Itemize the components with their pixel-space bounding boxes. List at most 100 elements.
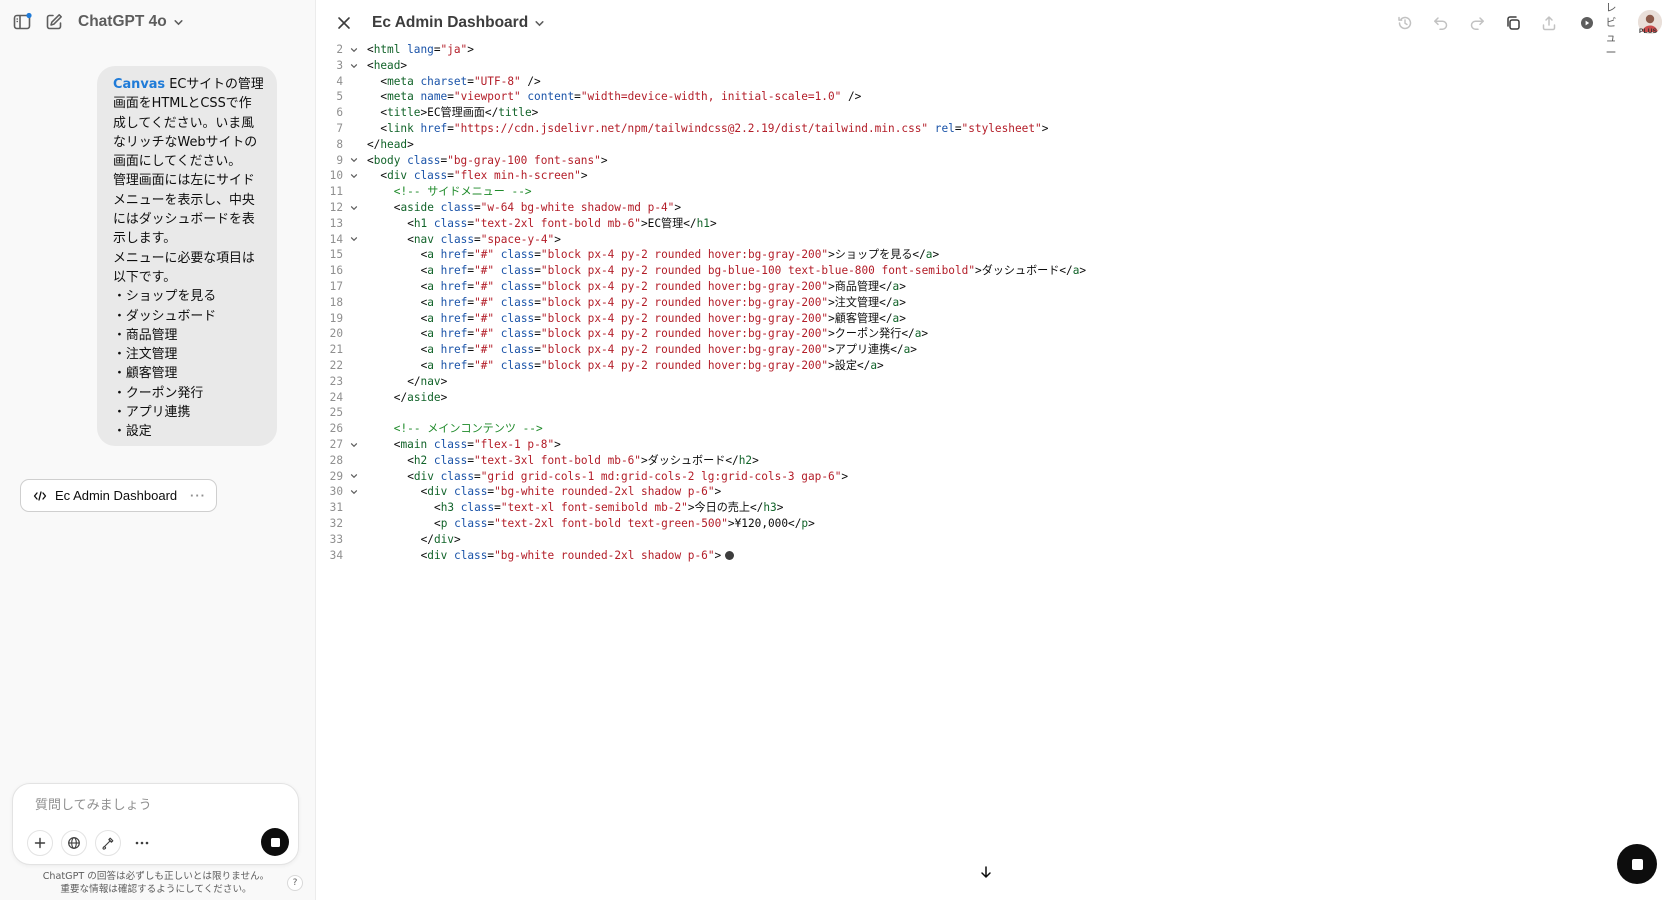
version-history-button[interactable] — [1392, 10, 1418, 36]
code-text: <meta charset="UTF-8" /> — [367, 74, 540, 90]
line-number: 19 — [329, 311, 343, 325]
code-token: a — [427, 343, 434, 357]
code-token: = — [467, 437, 474, 451]
message-input[interactable] — [35, 794, 275, 816]
code-editor[interactable]: 2 <html lang="ja"> 3 <head> 4 <meta charset="… — [317, 42, 1667, 563]
code-token: div — [433, 532, 454, 546]
fold-chevron-icon[interactable] — [349, 42, 359, 58]
message-line: 管理画面には左にサイド — [113, 171, 263, 190]
line-number: 6 — [336, 106, 343, 120]
message-line: ・設定 — [113, 422, 263, 441]
code-token: class — [407, 153, 441, 167]
stop-button[interactable] — [261, 828, 289, 856]
code-token: "#" — [474, 279, 495, 293]
fold-chevron-icon[interactable] — [349, 168, 359, 184]
code-line: 3 <head> — [317, 58, 1667, 74]
line-number: 3 — [336, 58, 343, 72]
fold-chevron-icon[interactable] — [349, 58, 359, 74]
model-selector[interactable]: ChatGPT 4o — [78, 10, 184, 34]
code-token: href — [440, 343, 468, 357]
more-options-icon[interactable]: ··· — [190, 488, 206, 503]
code-token: > — [400, 58, 408, 72]
fold-chevron-icon[interactable] — [349, 484, 359, 500]
code-token: h1 — [413, 216, 428, 230]
code-token: "block px-4 py-2 rounded hover:bg-gray-2… — [540, 295, 829, 309]
message-line: メニューを表示し、中央 — [113, 191, 263, 210]
canvas-title-dropdown[interactable]: Ec Admin Dashboard — [372, 11, 545, 35]
code-text: <body class="bg-gray-100 font-sans"> — [367, 153, 608, 169]
message-line: なリッチなWebサイトの — [113, 133, 263, 152]
code-token: "viewport" — [453, 90, 521, 104]
code-token: >注文管理</ — [828, 295, 893, 309]
stop-generation-button[interactable] — [1617, 844, 1657, 884]
message-line: ・商品管理 — [113, 326, 263, 345]
code-token: /> — [841, 90, 862, 104]
code-text: <div class="bg-white rounded-2xl shadow … — [367, 548, 735, 564]
disclaimer-text: ChatGPT の回答は必ずしも正しいとは限りません。重要な情報は確認するように… — [42, 871, 270, 895]
scroll-down-button[interactable] — [975, 861, 997, 883]
search-web-button[interactable] — [61, 830, 87, 856]
redo-button[interactable] — [1464, 10, 1490, 36]
copy-button[interactable] — [1500, 10, 1526, 36]
message-line: 画面にしてください。 — [113, 152, 263, 171]
line-number: 17 — [329, 279, 343, 293]
code-text: <a href="#" class="block px-4 py-2 round… — [367, 326, 928, 342]
code-token: "#" — [474, 248, 495, 262]
code-token: >¥120,000</ — [727, 516, 802, 530]
message-text: 示します。 — [113, 231, 177, 247]
code-line: 24 </aside> — [317, 390, 1667, 406]
code-text: <div class="bg-white rounded-2xl shadow … — [367, 484, 722, 500]
tools-button[interactable] — [95, 830, 121, 856]
preview-button[interactable] — [1579, 10, 1595, 36]
fold-chevron-icon[interactable] — [349, 469, 359, 485]
code-token: < — [407, 469, 414, 483]
canvas-artifact-chip[interactable]: Ec Admin Dashboard ··· — [20, 479, 217, 512]
message-line: 以下です。 — [113, 268, 263, 287]
code-token: < — [407, 453, 414, 467]
code-token: > — [1041, 121, 1049, 135]
code-token: > — [841, 469, 849, 483]
fold-chevron-icon[interactable] — [349, 232, 359, 248]
code-token: <!-- メインコンテンツ --> — [393, 422, 543, 436]
stop-icon — [270, 837, 280, 847]
code-line: 14 <nav class="space-y-4"> — [317, 232, 1667, 248]
code-token: html — [373, 43, 401, 56]
attach-button[interactable] — [27, 830, 53, 856]
help-button[interactable]: ? — [287, 875, 303, 891]
code-token: = — [467, 74, 474, 88]
code-token: > — [709, 216, 717, 230]
code-token: > — [580, 169, 588, 183]
fold-chevron-icon[interactable] — [349, 200, 359, 216]
code-token: nav — [420, 374, 441, 388]
message-text: なリッチなWebサイトの — [113, 134, 258, 150]
share-button[interactable] — [1536, 10, 1562, 36]
close-icon[interactable] — [332, 11, 356, 35]
fold-chevron-icon[interactable] — [349, 437, 359, 453]
code-token: = — [467, 453, 475, 467]
artifact-title: Ec Admin Dashboard — [55, 488, 178, 503]
code-token: link — [387, 121, 414, 135]
sidebar-toggle-icon[interactable] — [10, 10, 34, 34]
new-chat-icon[interactable] — [42, 10, 66, 34]
code-text: <!-- サイドメニュー --> — [367, 184, 532, 200]
message-text: ECサイトの管理 — [165, 77, 263, 92]
code-token: a — [427, 327, 434, 341]
fold-chevron-icon[interactable] — [349, 153, 359, 169]
code-text: <meta name="viewport" content="width=dev… — [367, 89, 861, 105]
message-text: ・クーポン発行 — [113, 385, 204, 401]
message-line: にはダッシュボードを表 — [113, 210, 263, 229]
user-message: Canvas ECサイトの管理 画面をHTMLとCSSで作 成してください。いま風な… — [97, 66, 277, 446]
more-tools-button[interactable] — [129, 830, 155, 856]
code-token: href — [440, 327, 468, 341]
undo-button[interactable] — [1428, 10, 1454, 36]
code-token: > — [454, 532, 461, 546]
message-line: ・アプリ連携 — [113, 403, 263, 422]
code-token: meta — [387, 90, 414, 104]
code-token: head — [380, 137, 408, 151]
chat-panel: ChatGPT 4o Canvas ECサイトの管理 画面をHTMLとCSSで作成… — [0, 0, 316, 900]
line-number: 33 — [329, 532, 343, 546]
